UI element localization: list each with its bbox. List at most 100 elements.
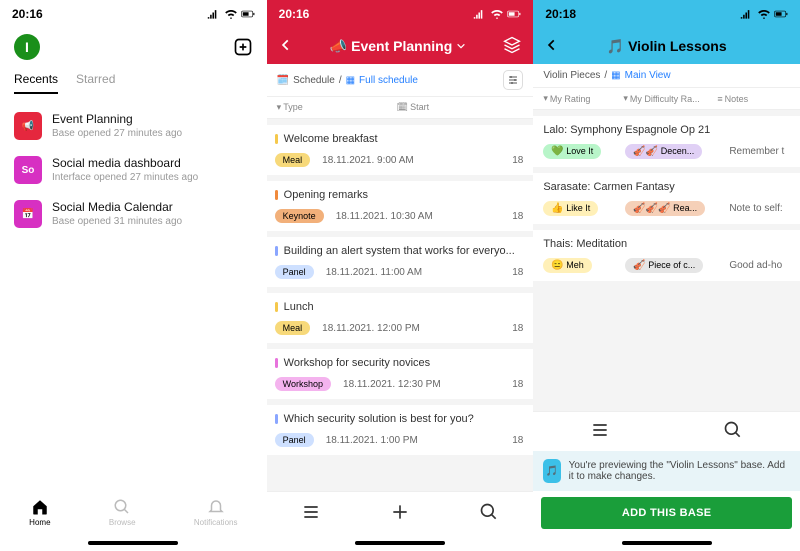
record-title: Welcome breakfast [275,133,524,145]
list-item-body: Event Planning Base opened 27 minutes ag… [52,112,182,139]
crumb-schedule[interactable]: Schedule [293,75,335,86]
wifi-icon [757,9,771,19]
crumb-view[interactable]: Full schedule [359,75,418,86]
search-button[interactable] [479,502,499,525]
list-item[interactable]: 📢 Event Planning Base opened 27 minutes … [14,104,253,148]
layers-button[interactable] [503,36,521,57]
record-date: 18.11.2021. 9:00 AM [322,155,414,166]
list-item-subtitle: Base opened 27 minutes ago [52,128,182,139]
home-indicator[interactable] [0,535,267,551]
home-indicator[interactable] [533,535,800,551]
sliders-icon [507,74,519,86]
list-item-title: Social media dashboard [52,156,198,170]
breadcrumb: Violin Pieces / ▦ Main View [533,64,800,88]
record-title: Lunch [275,301,524,313]
record-notes: Good ad-ho [729,260,790,271]
record[interactable]: Building an alert system that works for … [267,237,534,287]
nav-notifications-label: Notifications [194,518,238,527]
calendar-icon: 🗓️ [277,75,289,86]
add-record-button[interactable] [390,502,410,525]
toolbar [533,411,800,451]
status-icons [207,9,255,19]
pill-type: Meal [275,321,311,335]
record-date: 18.11.2021. 11:00 AM [326,267,422,278]
list-item[interactable]: 📅 Social Media Calendar Base opened 31 m… [14,192,253,236]
record-fields: Workshop 18.11.2021. 12:30 PM 18 [275,377,524,391]
add-this-base-button[interactable]: ADD THIS BASE [541,497,792,529]
base-title-button[interactable]: 📣 Event Planning [330,38,467,55]
home-indicator[interactable] [267,535,534,551]
breadcrumb: 🗓️ Schedule / ▦ Full schedule [267,64,534,97]
battery-icon [507,9,521,19]
tab-recents[interactable]: Recents [14,72,58,94]
tab-starred[interactable]: Starred [76,72,115,94]
menu-button[interactable] [301,502,321,525]
add-button[interactable] [233,37,253,57]
megaphone-icon: 📣 [330,38,347,55]
status-time: 20:16 [279,7,310,21]
toolbar [267,491,534,535]
record-end: 18 [512,267,523,278]
column-headers: ▾My Rating ▾My Difficulty Ra... ≡Notes [533,88,800,110]
text-icon: ≡ [717,94,722,104]
search-button[interactable] [723,420,743,443]
nav-notifications[interactable]: Notifications [194,498,238,527]
crumb-table[interactable]: Violin Pieces [543,70,600,81]
battery-icon [774,9,788,19]
filter-button[interactable] [503,70,523,90]
status-icons [473,9,521,19]
screen-violin-lessons: 20:18 🎵 Violin Lessons Violin Pieces / ▦… [533,0,800,551]
avatar[interactable]: I [14,34,40,60]
record[interactable]: Welcome breakfast Meal 18.11.2021. 9:00 … [267,125,534,175]
base-icon: So [14,156,42,184]
search-icon [479,502,499,522]
menu-button[interactable] [590,420,610,443]
record[interactable]: Workshop for security novices Workshop 1… [267,349,534,399]
records-list[interactable]: Lalo: Symphony Espagnole Op 21 💚 Love It… [533,110,800,411]
records-list[interactable]: Welcome breakfast Meal 18.11.2021. 9:00 … [267,119,534,491]
record-date: 18.11.2021. 1:00 PM [326,435,418,446]
record-fields: Meal 18.11.2021. 12:00 PM 18 [275,321,524,335]
pill-rating: 👍 Like It [543,201,598,216]
col-rating[interactable]: My Rating [550,94,591,104]
back-button[interactable] [545,38,559,55]
record-fields: Panel 18.11.2021. 11:00 AM 18 [275,265,524,279]
nav-browse[interactable]: Browse [109,498,136,527]
color-stripe [275,134,278,144]
col-difficulty[interactable]: My Difficulty Ra... [630,94,700,104]
record-end: 18 [512,379,523,390]
record-fields: 💚 Love It 🎻🎻 Decen... Remember t [543,144,790,159]
avatar-initial: I [25,39,29,55]
tabs: Recents Starred [0,64,267,94]
color-stripe [275,190,278,200]
pill-rating: 😑 Meh [543,258,591,273]
record-end: 18 [512,155,523,166]
record[interactable]: Which security solution is best for you?… [267,405,534,455]
preview-banner: 🎵 You're previewing the "Violin Lessons"… [533,451,800,491]
pill-difficulty: 🎻🎻🎻 Rea... [625,201,705,216]
record[interactable]: Opening remarks Keynote 18.11.2021. 10:3… [267,181,534,231]
music-icon: 🎵 [607,38,624,55]
record[interactable]: Sarasate: Carmen Fantasy 👍 Like It 🎻🎻🎻 R… [533,173,800,224]
list-item-title: Event Planning [52,112,182,126]
status-bar: 20:18 [533,0,800,28]
record[interactable]: Lunch Meal 18.11.2021. 12:00 PM 18 [267,293,534,343]
layers-icon [503,36,521,54]
list-item-title: Social Media Calendar [52,200,182,214]
nav-home[interactable]: Home [29,498,50,527]
column-headers: ▾Type 🗓Start [267,97,534,119]
date-icon: 🗓 [397,102,408,113]
record[interactable]: Thais: Meditation 😑 Meh 🎻 Piece of c... … [533,230,800,281]
back-button[interactable] [279,38,293,55]
col-start[interactable]: Start [410,102,429,113]
record-title: Thais: Meditation [543,238,790,250]
record-title: Sarasate: Carmen Fantasy [543,181,790,193]
record[interactable]: Lalo: Symphony Espagnole Op 21 💚 Love It… [533,116,800,167]
col-type[interactable]: Type [283,102,303,113]
crumb-view[interactable]: Main View [625,70,671,81]
chevron-down-icon [456,41,466,51]
list-item[interactable]: So Social media dashboard Interface open… [14,148,253,192]
record-title: Building an alert system that works for … [275,245,524,257]
record-fields: Keynote 18.11.2021. 10:30 AM 18 [275,209,524,223]
col-notes[interactable]: Notes [725,94,749,104]
